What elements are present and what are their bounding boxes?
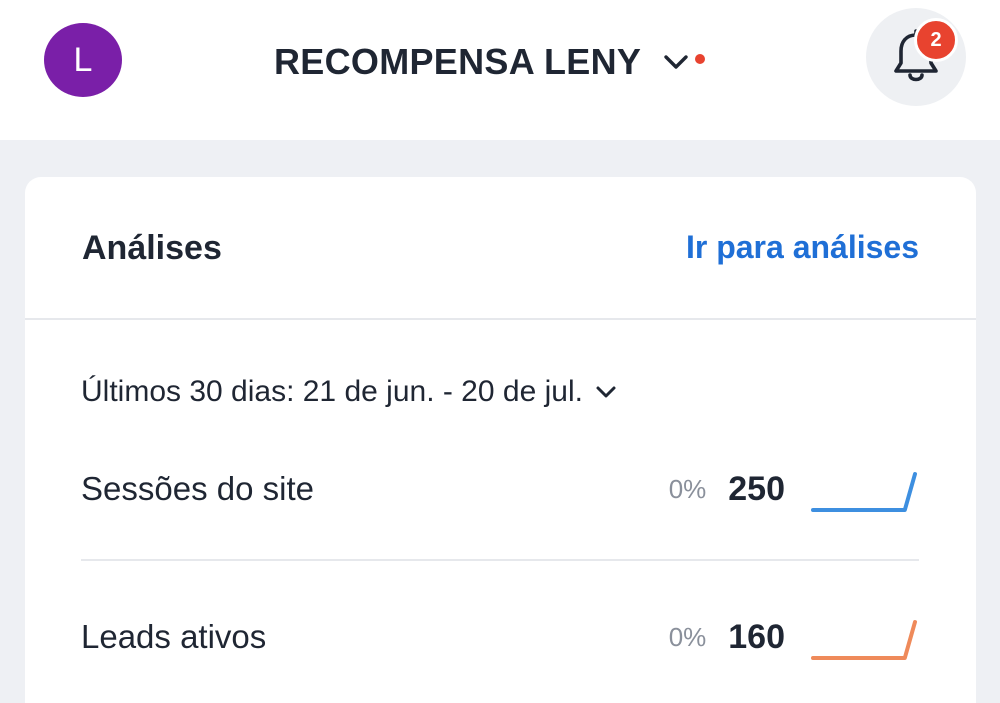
metric-row-sessions[interactable]: Sessões do site 0% 250	[81, 459, 919, 519]
top-bar: L RECOMPENSA LENY 2	[0, 0, 1000, 140]
site-name: RECOMPENSA LENY	[274, 41, 642, 82]
site-switcher[interactable]: RECOMPENSA LENY	[274, 38, 706, 86]
leads-sparkline	[811, 620, 917, 660]
metric-value: 250	[728, 469, 785, 508]
chevron-down-icon	[664, 55, 688, 69]
sparkline-line	[811, 620, 917, 660]
metric-change: 0%	[668, 621, 707, 652]
date-range-selector[interactable]: Últimos 30 dias: 21 de jun. - 20 de jul.	[81, 372, 617, 412]
notifications-button[interactable]	[866, 8, 966, 106]
metric-value: 160	[728, 617, 785, 656]
date-range-label: Últimos 30 dias: 21 de jun. - 20 de jul.	[81, 375, 583, 408]
card-title: Análises	[82, 229, 222, 267]
metric-change: 0%	[668, 473, 707, 504]
sessions-sparkline	[811, 472, 917, 512]
divider	[81, 559, 919, 561]
site-status-dot	[695, 54, 706, 64]
sparkline-line	[811, 472, 917, 512]
divider	[25, 318, 976, 320]
analytics-card: Análises Ir para análises Últimos 30 dia…	[25, 177, 976, 703]
metric-label: Leads ativos	[81, 618, 267, 655]
metric-row-leads[interactable]: Leads ativos 0% 160	[81, 607, 919, 667]
metric-label: Sessões do site	[81, 470, 314, 507]
go-to-analytics-link[interactable]: Ir para análises	[686, 229, 919, 266]
chevron-down-icon	[596, 386, 616, 398]
notification-badge: 2	[914, 18, 958, 62]
avatar[interactable]: L	[44, 23, 122, 97]
